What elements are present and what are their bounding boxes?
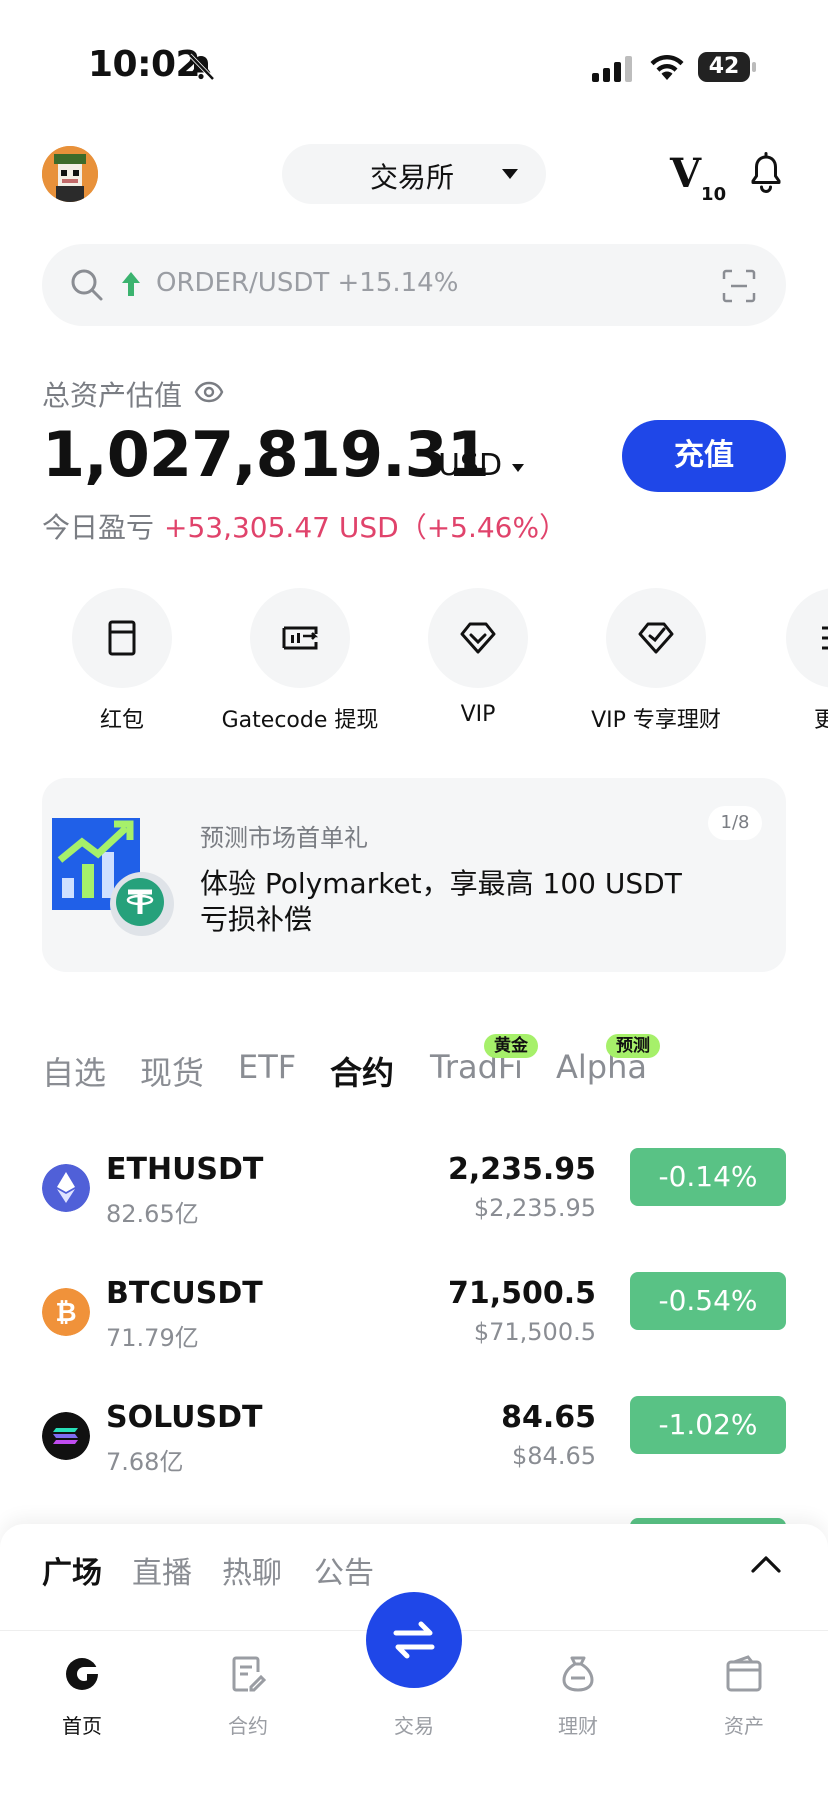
futures-icon — [232, 1656, 267, 1692]
ticker-change-badge[interactable]: -1.02% — [630, 1396, 786, 1454]
quick-action-more[interactable]: 更 — [744, 588, 828, 734]
banner-pager: 1/8 — [708, 806, 762, 840]
notification-bell-icon[interactable] — [746, 152, 786, 194]
banner-title: 体验 Polymarket，享最高 100 USDT 亏损补偿 — [200, 867, 682, 936]
sheet-tab-square[interactable]: 广场 — [42, 1548, 102, 1592]
ticker-change-badge[interactable]: -0.14% — [630, 1148, 786, 1206]
banner-subtitle: 预测市场首单礼 — [200, 824, 368, 852]
wifi-icon — [650, 55, 684, 80]
nav-label: 资产 — [724, 1714, 764, 1738]
eth-icon — [42, 1164, 90, 1212]
chevron-up-icon[interactable] — [750, 1554, 782, 1574]
red-packet-icon — [108, 620, 136, 656]
nav-label: 交易 — [394, 1714, 434, 1738]
vip-diamond-icon — [460, 622, 496, 654]
ticker-volume: 82.65亿 — [106, 1200, 199, 1228]
nav-home[interactable]: 首页 — [22, 1654, 142, 1739]
avatar[interactable] — [42, 146, 98, 202]
search-bar[interactable]: ORDER/USDT +15.14% — [42, 244, 786, 326]
sheet-tab-hot-chat[interactable]: 热聊 — [222, 1548, 282, 1592]
tab-futures[interactable]: 合约 — [330, 1048, 394, 1094]
today-pnl-value: +53,305.47 USD（+5.46%） — [164, 511, 568, 544]
status-bar: 10:02 42 — [0, 0, 828, 120]
trade-swap-icon — [393, 1621, 435, 1659]
total-assets-label: 总资产估值 — [42, 379, 183, 412]
ticker-volume: 7.68亿 — [106, 1448, 184, 1476]
currency-caret-icon[interactable] — [512, 464, 524, 472]
quick-actions: 红包 Gatecode 提现 VIP VIP 专享理财 更 — [0, 588, 828, 733]
ticker-symbol: SOLUSDT — [106, 1400, 263, 1435]
scan-icon[interactable] — [722, 269, 756, 303]
nav-label: 合约 — [228, 1714, 268, 1738]
battery-indicator: 42 — [698, 52, 756, 82]
ticker-usd-price: $84.65 — [512, 1442, 596, 1470]
ticker-change-badge[interactable]: -0.54% — [630, 1272, 786, 1330]
btc-icon: ₿ — [42, 1288, 90, 1336]
total-assets-value: 1,027,819.31 — [42, 418, 490, 491]
search-trending-text: ORDER/USDT +15.14% — [156, 268, 459, 298]
nav-label: 首页 — [62, 1714, 102, 1738]
quick-action-red-packet[interactable]: 红包 — [32, 588, 212, 734]
deposit-button[interactable]: 充值 — [622, 420, 786, 492]
tab-spot[interactable]: 现货 — [140, 1048, 204, 1094]
sheet-tab-live[interactable]: 直播 — [132, 1548, 192, 1592]
promo-banner[interactable]: 预测市场首单礼 体验 Polymarket，享最高 100 USDT 亏损补偿 … — [42, 778, 786, 972]
nav-label: 理财 — [558, 1714, 598, 1738]
more-icon — [822, 626, 828, 650]
quick-action-vip[interactable]: VIP — [388, 588, 568, 727]
gatecode-icon — [282, 626, 319, 650]
tab-etf[interactable]: ETF — [238, 1048, 296, 1086]
search-icon — [71, 269, 103, 301]
ticker-usd-price: $71,500.5 — [473, 1318, 596, 1346]
ticker-usd-price: $2,235.95 — [473, 1194, 596, 1222]
ticker-price: 2,235.95 — [447, 1152, 596, 1187]
vip-finance-icon — [638, 622, 674, 654]
nav-earn[interactable]: 理财 — [518, 1654, 638, 1739]
vip-level-badge[interactable]: V10 — [670, 150, 726, 205]
ticker-price: 71,500.5 — [447, 1276, 596, 1311]
sol-icon — [42, 1412, 90, 1460]
caret-down-icon — [502, 169, 518, 179]
eye-icon[interactable] — [194, 380, 224, 404]
market-tabs: 自选 现货 ETF 合约 TradFi Alpha 黄金 预测 — [42, 1034, 802, 1098]
vip-level-letter: V — [670, 150, 702, 197]
ticker-price: 84.65 — [501, 1400, 596, 1435]
ticker-volume: 71.79亿 — [106, 1324, 199, 1352]
vip-level-number: 10 — [701, 184, 727, 205]
nav-trade-button[interactable] — [366, 1592, 462, 1688]
currency-selector[interactable]: USD — [438, 448, 502, 483]
nav-assets[interactable]: 资产 — [684, 1654, 804, 1739]
tab-badge-prediction: 预测 — [606, 1034, 660, 1058]
exchange-mode-label: 交易所 — [370, 161, 455, 194]
ticker-row[interactable]: SOLUSDT 7.68亿 84.65 $84.65 -1.02% — [0, 1392, 828, 1502]
ticker-symbol: ETHUSDT — [106, 1152, 264, 1187]
ticker-row[interactable]: ₿ BTCUSDT 71.79亿 71,500.5 $71,500.5 -0.5… — [0, 1268, 828, 1378]
trending-up-arrow-icon — [122, 272, 140, 296]
today-pnl-label: 今日盈亏 — [42, 511, 155, 544]
status-time: 10:02 — [88, 44, 201, 85]
tab-favorites[interactable]: 自选 — [42, 1048, 106, 1094]
bell-muted-icon — [188, 53, 215, 81]
tab-badge-gold: 黄金 — [484, 1034, 538, 1058]
quick-action-label: Gatecode 提现 — [221, 708, 379, 733]
ticker-symbol: BTCUSDT — [106, 1276, 263, 1311]
quick-action-vip-finance[interactable]: VIP 专享理财 — [566, 588, 746, 734]
quick-action-gatecode[interactable]: Gatecode 提现 — [210, 588, 390, 734]
ticker-row[interactable]: ETHUSDT 82.65亿 2,235.95 $2,235.95 -0.14% — [0, 1144, 828, 1254]
quick-action-label: 更 — [814, 708, 828, 733]
svg-text:₿: ₿ — [55, 1298, 76, 1328]
quick-action-label: VIP — [460, 702, 496, 727]
exchange-mode-dropdown[interactable]: 交易所 — [282, 144, 546, 204]
wallet-icon — [726, 1655, 762, 1692]
cellular-signal-icon — [592, 56, 632, 82]
prediction-market-illustration — [52, 818, 174, 936]
sheet-tab-announcements[interactable]: 公告 — [314, 1548, 374, 1592]
earn-icon — [562, 1656, 594, 1692]
bottom-sheet: 广场 直播 热聊 公告 首页 合约 交易 理财 资产 — [0, 1524, 828, 1801]
quick-action-label: VIP 专享理财 — [591, 708, 721, 733]
quick-action-label: 红包 — [99, 708, 144, 733]
battery-level: 42 — [708, 54, 740, 79]
home-icon — [66, 1658, 100, 1690]
nav-futures[interactable]: 合约 — [188, 1654, 308, 1739]
